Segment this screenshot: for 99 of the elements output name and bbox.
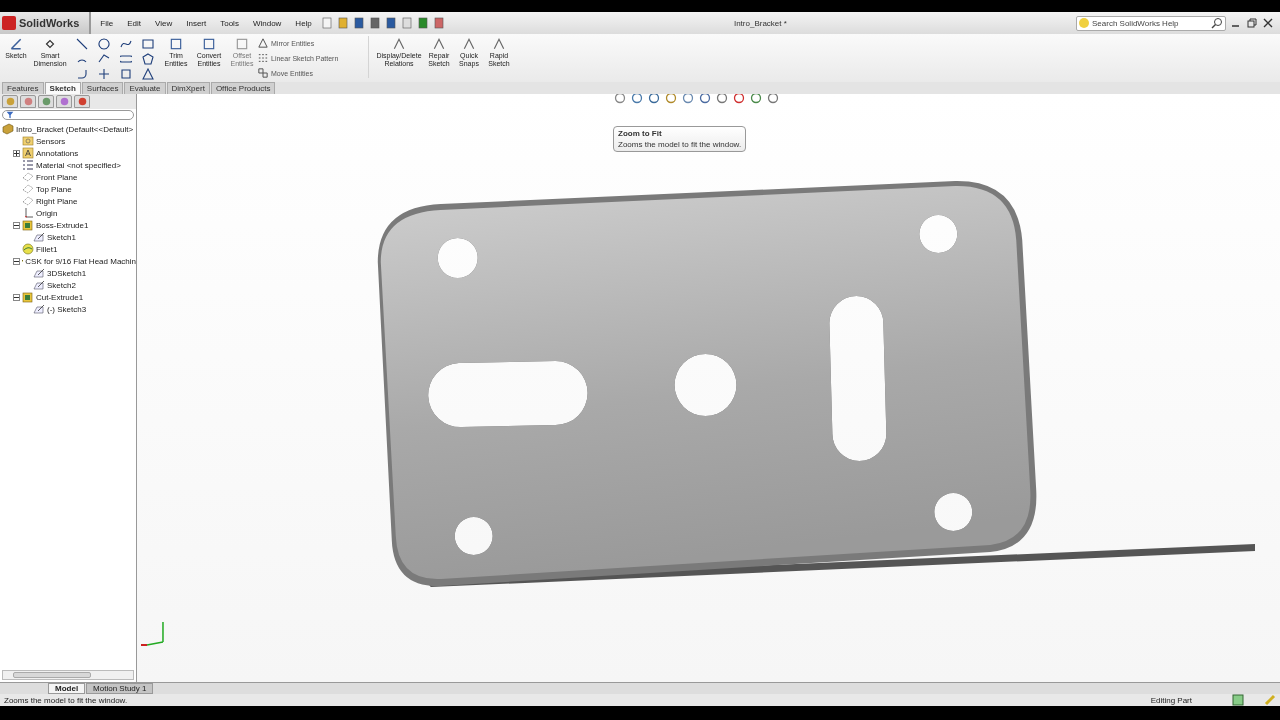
annotation-icon [22,147,34,159]
sketch-icon [33,303,45,315]
tree-item[interactable]: Boss-Extrude1 [36,220,89,230]
folder-icon [22,135,34,147]
dot-grid-icon [258,53,268,63]
tree-item[interactable]: Sensors [36,136,66,146]
caret-up-icon [462,37,476,51]
part-icon [2,123,14,135]
view-toolbar-icon[interactable] [750,94,762,104]
help-icon[interactable] [1232,694,1244,706]
tree-item[interactable]: Front Plane [36,172,78,182]
sketch-icon [9,37,23,51]
expand-toggle[interactable] [13,257,20,265]
view-toolbar-icon[interactable] [682,94,694,104]
sketch-tool-icon[interactable] [140,52,156,65]
search-field[interactable]: Search SolidWorks Help [1076,15,1226,31]
toolbar-icon[interactable] [368,17,381,29]
material-icon [22,159,34,171]
origin-icon [22,207,34,219]
tree-item[interactable]: Cut-Extrude1 [36,292,84,302]
fillet-icon [22,243,34,255]
status-mode: Editing Part [1150,695,1192,705]
plane-icon [22,183,34,195]
view-toolbar-icon[interactable] [631,94,643,104]
panel-tab[interactable] [38,95,54,108]
toolbar-icon[interactable] [416,17,429,29]
square-icon [202,37,216,51]
square-icon [235,37,249,51]
document-title: Intro_Bracket * [732,18,788,28]
status-message: Zooms the model to fit the window. [4,695,129,705]
tree-item[interactable]: Origin [36,208,58,218]
tree-item[interactable]: Right Plane [36,196,78,206]
tree-item[interactable]: (-) Sketch3 [47,304,87,314]
panel-tab[interactable] [74,95,90,108]
sketch-icon [33,231,45,243]
sketch-tool-icon[interactable] [96,37,112,50]
tree-item[interactable]: Sketch1 [47,232,76,242]
app-logo: SolidWorks [0,12,92,34]
view-toolbar-icon[interactable] [614,94,626,104]
caret-up-icon [392,37,406,51]
tab[interactable]: Office Products [210,82,276,94]
caret-up-icon [492,37,506,51]
squares-icon [258,68,268,78]
view-toolbar-icon[interactable] [733,94,745,104]
tree-item[interactable]: CSK for 9/16 Flat Head Machin [25,256,136,266]
view-toolbar-icon[interactable] [665,94,677,104]
menu-item[interactable]: Tools [215,18,244,28]
tree-item[interactable]: Top Plane [36,184,72,194]
tab[interactable]: DimXpert [166,82,210,94]
view-toolbar-icon[interactable] [648,94,660,104]
restore-icon[interactable] [1246,17,1258,29]
sketch-icon [33,267,45,279]
panel-tab[interactable] [56,95,72,108]
menu-item[interactable]: Edit [122,18,146,28]
tree-item[interactable]: Intro_Bracket (Default<<Default> [16,124,134,134]
menu-item[interactable]: Help [290,18,317,28]
sketch-tool-icon[interactable] [96,52,112,65]
menu-item[interactable]: File [95,18,119,28]
axis-triad-icon [140,621,164,646]
menu-item[interactable]: Insert [181,18,212,28]
plane-icon [22,195,34,207]
help-icon [1078,16,1090,29]
view-toolbar-icon[interactable] [767,94,779,104]
tab[interactable]: Surfaces [81,82,124,94]
feature-icon [22,219,34,231]
expand-toggle[interactable] [13,149,20,157]
tree-item[interactable]: 3DSketch1 [47,268,87,278]
caret-up-icon [432,37,446,51]
tree-item[interactable]: Fillet1 [36,244,58,254]
menu-item[interactable]: View [150,18,178,28]
toolbar-icon[interactable] [432,17,445,29]
filter-icon [6,111,14,119]
sketch-icon [33,279,45,291]
toolbar-icon[interactable] [336,17,349,29]
toolbar-icon[interactable] [384,17,397,29]
tab[interactable]: Sketch [44,82,81,94]
expand-toggle[interactable] [13,293,20,301]
feature-icon [22,291,34,303]
triangle-icon [258,38,268,48]
search-icon [1211,16,1223,29]
view-toolbar-icon[interactable] [716,94,728,104]
square-icon [169,37,183,51]
sketch-tool-icon[interactable] [140,67,156,80]
plane-icon [22,171,34,183]
view-toolbar-icon[interactable] [699,94,711,104]
tree-item[interactable]: Sketch2 [47,280,76,290]
horizontal-scrollbar[interactable] [2,670,134,680]
tree-item[interactable]: Annotations [36,148,79,158]
tab[interactable]: Features [2,82,44,94]
tooltip-title: Zoom to Fit [618,129,663,138]
expand-toggle[interactable] [13,221,20,229]
sketch-tool-icon[interactable] [74,37,90,50]
menu-item[interactable]: Window [247,18,287,28]
toolbar-icon[interactable] [352,17,365,29]
tab[interactable]: Evaluate [124,82,166,94]
close-icon[interactable] [1262,17,1274,29]
tree-item[interactable]: Material <not specified> [36,160,121,170]
tooltip-text: Zooms the model to fit the window. [618,140,742,149]
dimension-icon [43,37,57,51]
